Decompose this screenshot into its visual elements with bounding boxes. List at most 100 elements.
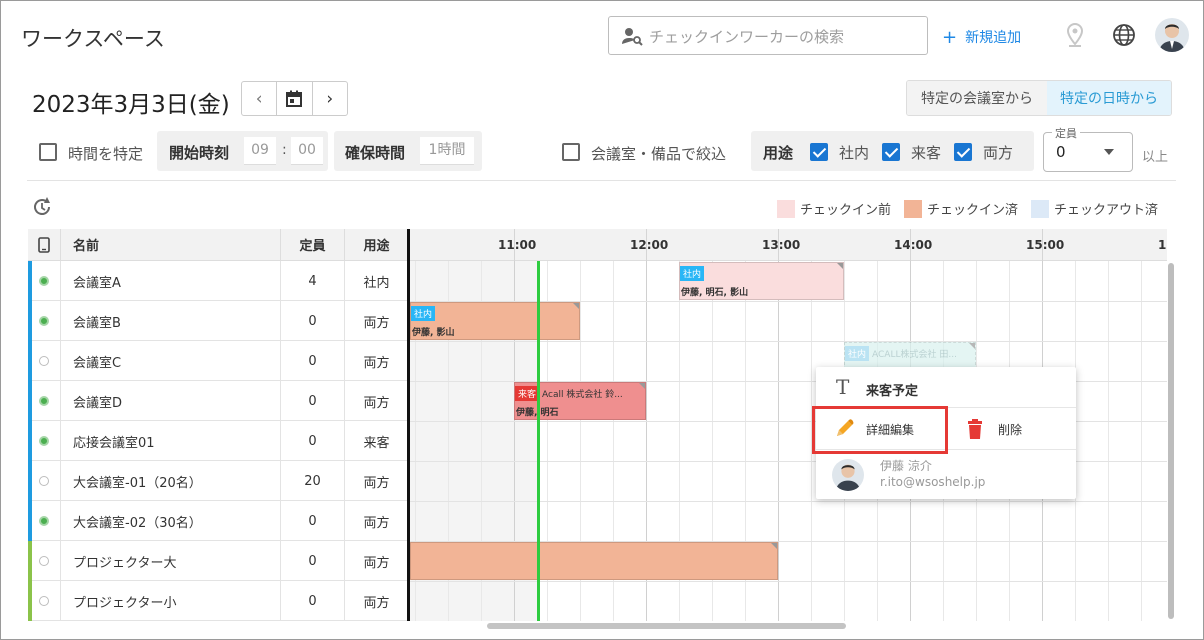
chevron-left-icon[interactable]: ‹	[242, 82, 278, 115]
capacity-select[interactable]: 定員 0	[1043, 125, 1133, 172]
mode-by-room[interactable]: 特定の会議室から	[907, 81, 1047, 115]
duration-group: 確保時間 1時間	[334, 131, 482, 171]
popup-title: 来客予定	[866, 384, 919, 399]
legend-swatch	[777, 199, 795, 218]
room-usage: 両方	[363, 555, 390, 571]
narrow-by-room-checkbox[interactable]	[562, 143, 580, 161]
narrow-by-room-label: 会議室・備品で絞込	[591, 145, 727, 163]
legend-checked-in: チェックイン済	[904, 199, 1018, 218]
duration-label: 確保時間	[345, 144, 406, 162]
legend-before-checkin: チェックイン前	[777, 199, 891, 218]
room-usage: 両方	[363, 355, 390, 371]
table-row[interactable]: 会議室C 0 両方	[28, 341, 408, 381]
capacity-suffix: 以上	[1142, 150, 1169, 165]
search-placeholder: チェックインワーカーの検索	[649, 28, 845, 46]
delete-label: 削除	[998, 423, 1023, 437]
legend-label: チェックイン前	[800, 203, 892, 218]
status-dot	[28, 381, 61, 421]
table-row[interactable]: 会議室D 0 両方	[28, 381, 408, 421]
room-name: 応接会議室01	[61, 421, 281, 461]
room-capacity: 20	[281, 461, 345, 501]
reservation-block[interactable]: 来客 Acall 株式会社 鈴... 伊藤, 明石	[514, 382, 646, 420]
room-usage: 来客	[363, 435, 390, 451]
room-name: 大会議室-02（30名）	[61, 501, 281, 541]
start-minute-field[interactable]: 00	[291, 137, 323, 165]
user-avatar[interactable]	[1155, 18, 1189, 52]
table-row[interactable]: プロジェクター小 0 両方	[28, 581, 408, 621]
trash-icon	[966, 419, 984, 442]
capacity-value: 0	[1056, 143, 1066, 161]
room-name: 会議室D	[61, 381, 281, 421]
room-usage: 社内	[363, 275, 390, 291]
mode-by-datetime[interactable]: 特定の日時から	[1047, 81, 1171, 115]
start-hour-field[interactable]: 09	[244, 137, 276, 165]
table-row[interactable]: 会議室A 4 社内	[28, 261, 408, 301]
table-row[interactable]: 応接会議室01 0 来客	[28, 421, 408, 461]
room-usage: 両方	[363, 595, 390, 611]
divider	[27, 180, 1176, 181]
table-row[interactable]: 大会議室-01（20名） 20 両方	[28, 461, 408, 501]
room-capacity: 0	[281, 381, 345, 421]
legend-swatch	[904, 199, 922, 218]
table-row[interactable]: 会議室B 0 両方	[28, 301, 408, 341]
usage-visitor-checkbox[interactable]	[882, 143, 900, 161]
legend-label: チェックアウト済	[1054, 203, 1159, 218]
usage-tag: 社内	[845, 346, 870, 361]
usage-tag: 社内	[411, 306, 436, 321]
room-name: プロジェクター小	[61, 581, 281, 621]
time-specify-label: 時間を特定	[68, 145, 144, 163]
usage-internal-label: 社内	[839, 144, 870, 162]
header-capacity[interactable]: 定員	[281, 229, 345, 261]
duration-field[interactable]: 1時間	[420, 137, 474, 165]
tablet-icon	[28, 229, 61, 261]
time-specify-checkbox[interactable]	[39, 143, 57, 161]
reservation-block[interactable]: 社内 伊藤, 影山	[410, 302, 580, 340]
vertical-scrollbar[interactable]	[1167, 263, 1175, 619]
status-dot	[28, 341, 61, 381]
hour-label: 12:00	[630, 238, 669, 252]
header-usage[interactable]: 用途	[345, 229, 408, 261]
room-capacity: 0	[281, 541, 345, 581]
room-usage: 両方	[363, 475, 390, 491]
room-name: 会議室C	[61, 341, 281, 381]
usage-internal-checkbox[interactable]	[810, 143, 828, 161]
usage-label: 用途	[763, 144, 794, 162]
room-usage: 両方	[363, 515, 390, 531]
location-pin-icon[interactable]	[1065, 22, 1085, 51]
table-row[interactable]: プロジェクター大 0 両方	[28, 541, 408, 581]
page-title: ワークスペース	[21, 27, 165, 51]
search-mode-toggle: 特定の会議室から 特定の日時から	[906, 80, 1172, 116]
workspace-window: ワークスペース チェックインワーカーの検索 + 新規追加 2023年3月3日(金)…	[0, 0, 1204, 640]
add-new-button[interactable]: + 新規追加	[942, 26, 1021, 48]
current-time-line	[537, 261, 540, 621]
room-usage: 両方	[363, 315, 390, 331]
room-capacity: 0	[281, 581, 345, 621]
usage-both-checkbox[interactable]	[954, 143, 972, 161]
room-name: プロジェクター大	[61, 541, 281, 581]
refresh-icon[interactable]	[31, 196, 53, 222]
calendar-icon[interactable]	[277, 82, 313, 115]
table-row[interactable]: 大会議室-02（30名） 0 両方	[28, 501, 408, 541]
usage-tag: 社内	[680, 266, 705, 281]
horizontal-scrollbar[interactable]	[487, 623, 846, 629]
hour-label: 11:00	[498, 238, 537, 252]
reservation-block[interactable]: 社内 伊藤, 明石, 影山	[679, 262, 844, 300]
header-name[interactable]: 名前	[61, 229, 281, 261]
usage-both-label: 両方	[983, 144, 1014, 162]
chevron-right-icon[interactable]: ›	[313, 82, 347, 115]
status-dot	[28, 301, 61, 341]
globe-icon[interactable]	[1112, 23, 1136, 51]
delete-button[interactable]: 削除	[966, 419, 1022, 442]
status-dot	[28, 581, 61, 621]
worker-search-input[interactable]: チェックインワーカーの検索	[608, 16, 928, 55]
room-capacity: 0	[281, 341, 345, 381]
room-table: 名前 定員 用途 会議室A 4 社内 会議室B 0 両方 会議室C 0 両方 会議室D 0 両方 応接会…	[28, 229, 408, 621]
reserver-email: r.ito@wsoshelp.jp	[880, 475, 986, 489]
text-icon: T	[836, 375, 850, 399]
reservation-block[interactable]	[410, 542, 778, 580]
room-capacity: 0	[281, 421, 345, 461]
reserver-name: 伊藤 涼介	[880, 459, 932, 473]
legend-label: チェックイン済	[927, 203, 1019, 218]
status-dot	[28, 421, 61, 461]
room-name: 会議室A	[61, 261, 281, 301]
